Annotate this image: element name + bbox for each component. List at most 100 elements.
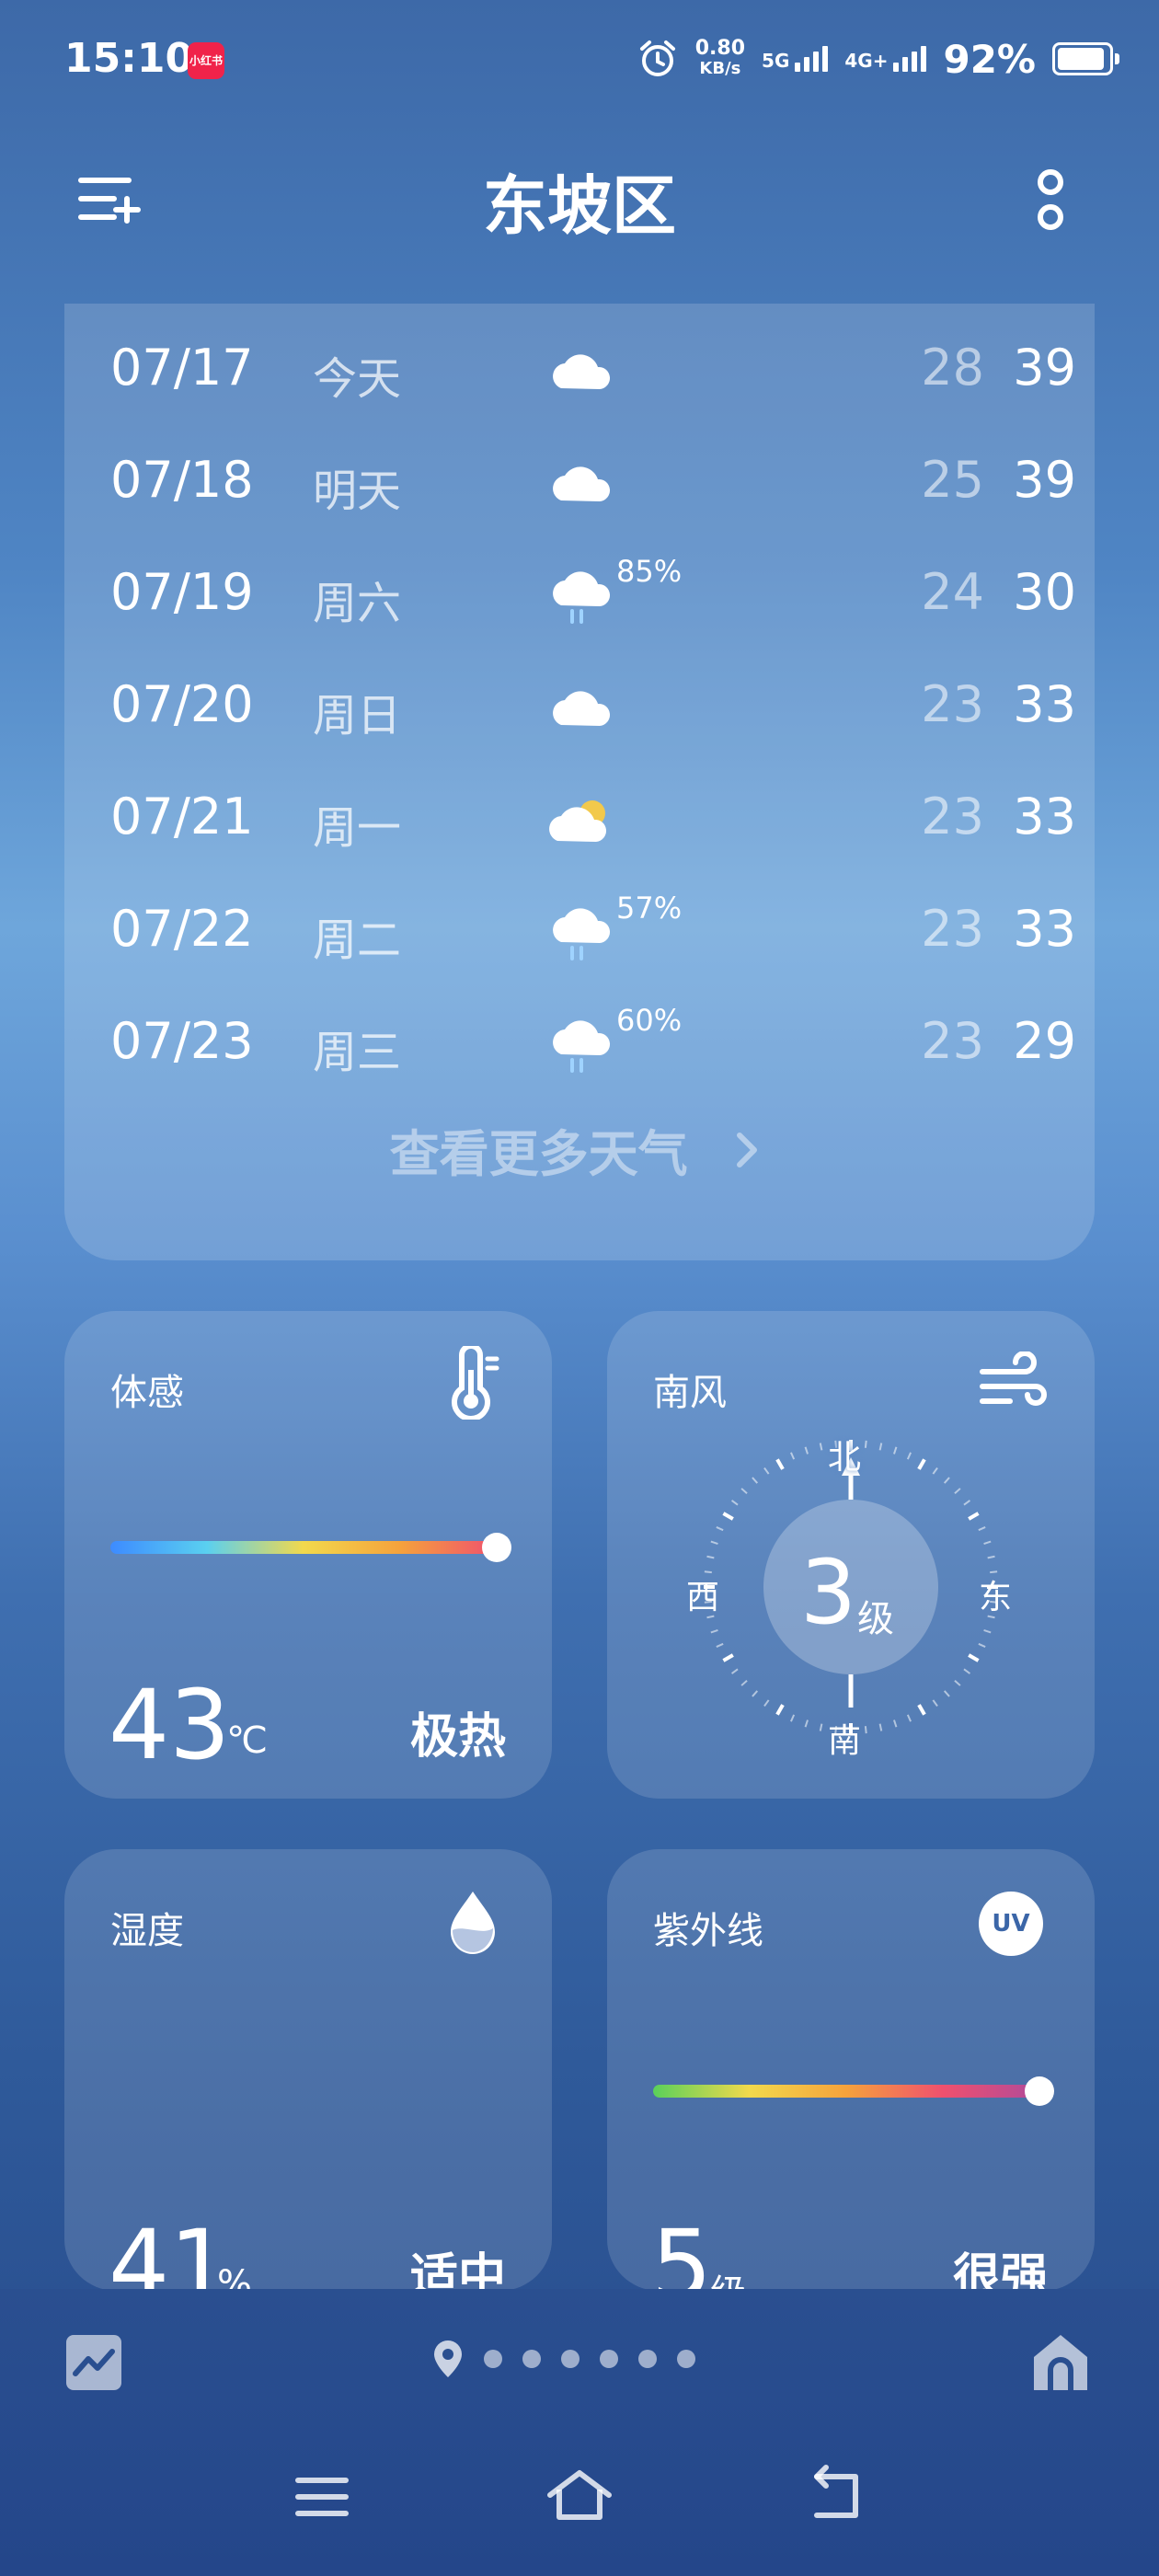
- forecast-row[interactable]: 07/21 周一 23 33: [64, 769, 1095, 881]
- forecast-high: 29: [1013, 1012, 1076, 1070]
- wind-tile[interactable]: 南风 北 南 西 东 3 级: [607, 1311, 1095, 1799]
- sim2-label: 4G+: [844, 50, 889, 72]
- page-indicator: [432, 2339, 695, 2379]
- compass-tick: [710, 1629, 718, 1634]
- forecast-low: 24: [921, 563, 984, 621]
- compass-tick: [775, 1458, 785, 1470]
- compass-tick: [819, 1723, 823, 1731]
- battery-icon: [1052, 42, 1119, 75]
- page-dot[interactable]: [677, 2350, 695, 2368]
- chevron-right-icon: [737, 1132, 758, 1167]
- compass-east: 东: [979, 1579, 1013, 1616]
- humidity-tile[interactable]: 湿度 41 % 适中: [64, 1849, 552, 2291]
- compass-tick: [943, 1477, 950, 1484]
- compass-tick: [893, 1446, 898, 1455]
- compass-tick: [710, 1540, 718, 1545]
- forecast-high: 33: [1013, 788, 1076, 845]
- wind-level-unit: 级: [857, 1598, 894, 1640]
- nav-back-icon[interactable]: [800, 2464, 874, 2528]
- page-dot[interactable]: [561, 2350, 580, 2368]
- compass-tick: [804, 1446, 809, 1455]
- location-pin-icon[interactable]: [432, 2339, 464, 2379]
- status-right-group: 0.80 KB/s 5G 4G+ 92%: [637, 31, 1119, 86]
- compass-tick: [730, 1500, 739, 1506]
- precip-probability: 85%: [616, 554, 683, 589]
- compass-tick: [932, 1699, 938, 1708]
- compass-north: 北: [828, 1439, 862, 1477]
- alarm-icon: [639, 40, 675, 76]
- forecast-row[interactable]: 07/22 周二 57% 23 33: [64, 881, 1095, 994]
- uv-scale: [653, 2076, 1054, 2106]
- weather-partly-cloudy-icon: [549, 800, 607, 842]
- uv-badge-icon: UV: [979, 1892, 1043, 1956]
- compass-tick: [775, 1704, 785, 1716]
- compass-tick: [730, 1668, 739, 1674]
- nav-home-icon[interactable]: [543, 2464, 616, 2528]
- forecast-day: 今天: [313, 353, 402, 405]
- more-weather-label: 查看更多天气: [389, 1125, 688, 1183]
- bottom-bar: [0, 2289, 1159, 2576]
- weather-cloudy-icon: [553, 691, 611, 726]
- compass-tick: [978, 1642, 986, 1648]
- compass-tick: [932, 1466, 938, 1475]
- compass-tick: [906, 1714, 912, 1722]
- compass-tick: [954, 1679, 961, 1686]
- forecast-low: 23: [921, 675, 984, 733]
- forecast-low: 23: [921, 900, 984, 958]
- forecast-high: 30: [1013, 563, 1076, 621]
- compass-tick: [893, 1719, 898, 1728]
- compass-tick: [763, 1466, 770, 1475]
- net-speed-unit: KB/s: [699, 59, 741, 78]
- city-title[interactable]: 东坡区: [0, 155, 1159, 247]
- wind-icon: [980, 1351, 1047, 1406]
- forecast-day: 周三: [313, 1027, 402, 1078]
- weather-cloudy-icon: [553, 354, 611, 389]
- compass-tick: [954, 1488, 961, 1495]
- weather-rain-icon: [553, 1020, 611, 1073]
- compass-tick: [983, 1629, 992, 1634]
- precip-probability: 60%: [616, 1003, 683, 1038]
- humidity-value: 41: [109, 2209, 231, 2291]
- forecast-card: 07/17 今天 28 39 07/18 明天 25 39 07/19 周六 85% 24 30 07/2…: [64, 304, 1095, 1260]
- compass-tick: [963, 1668, 971, 1674]
- humidity-level: 适中: [409, 2249, 506, 2291]
- page-dot[interactable]: [600, 2350, 618, 2368]
- nav-menu-icon[interactable]: [285, 2464, 359, 2528]
- weather-rain-icon: [553, 908, 611, 960]
- page-dots: [484, 2350, 695, 2368]
- feels-like-tile[interactable]: 体感 43 ℃ 极热: [64, 1311, 552, 1799]
- home-icon[interactable]: [1030, 2329, 1091, 2394]
- forecast-low: 28: [921, 339, 984, 397]
- weather-rain-icon: [553, 571, 611, 624]
- forecast-row[interactable]: 07/18 明天 25 39: [64, 432, 1095, 545]
- uv-value: 5: [651, 2209, 713, 2291]
- trend-chart-icon[interactable]: [64, 2333, 123, 2392]
- wind-title: 南风: [653, 1372, 727, 1414]
- page-dot[interactable]: [638, 2350, 657, 2368]
- compass-tick: [722, 1512, 734, 1521]
- forecast-high: 39: [1013, 339, 1076, 397]
- feels-like-scale: [110, 1533, 511, 1562]
- forecast-row[interactable]: 07/17 今天 28 39: [64, 320, 1095, 432]
- compass-tick: [740, 1488, 748, 1495]
- forecast-date: 07/17: [110, 339, 254, 397]
- page-dot[interactable]: [522, 2350, 541, 2368]
- forecast-high: 33: [1013, 900, 1076, 958]
- feels-like-unit: ℃: [226, 1719, 268, 1762]
- more-vertical-icon[interactable]: [1030, 164, 1071, 237]
- compass-tick: [804, 1719, 809, 1728]
- feels-like-knob: [482, 1533, 511, 1562]
- status-time: 15:10: [64, 35, 194, 82]
- uv-tile[interactable]: 紫外线 UV 5 级 很强: [607, 1849, 1095, 2291]
- forecast-row[interactable]: 07/20 周日 23 33: [64, 657, 1095, 769]
- compass-tick: [906, 1452, 912, 1460]
- net-speed-value: 0.80: [694, 37, 746, 60]
- forecast-high: 39: [1013, 451, 1076, 509]
- page-dot[interactable]: [484, 2350, 502, 2368]
- uv-knob: [1025, 2076, 1054, 2106]
- more-weather-button[interactable]: 查看更多天气: [64, 1113, 1095, 1186]
- forecast-row[interactable]: 07/23 周三 60% 23 29: [64, 994, 1095, 1106]
- battery-fill: [1058, 48, 1104, 70]
- compass-tick: [978, 1526, 986, 1532]
- forecast-row[interactable]: 07/19 周六 85% 24 30: [64, 545, 1095, 657]
